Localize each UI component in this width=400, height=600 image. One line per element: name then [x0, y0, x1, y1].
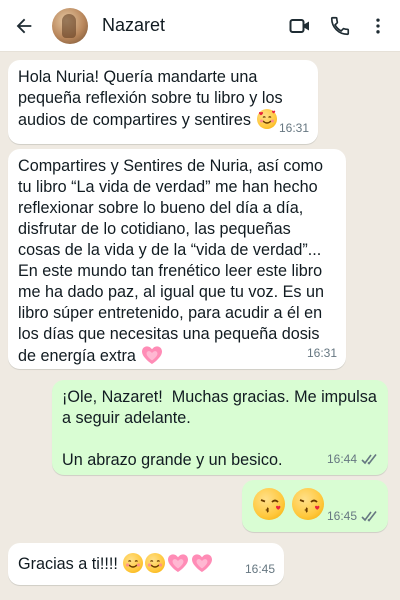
more-vert-icon — [376, 18, 380, 33]
double-check-icon — [361, 454, 377, 465]
arrow-left-icon — [16, 18, 32, 33]
message-bubble-outgoing[interactable]: ¡Ole, Nazaret! Muchas gracias. Me impuls… — [52, 380, 388, 475]
video-call-icon — [289, 18, 309, 33]
message-bubble-outgoing[interactable]: 16:45 — [242, 480, 388, 532]
voice-call-button[interactable] — [320, 0, 360, 52]
more-options-button[interactable] — [360, 0, 396, 52]
smiling-face-with-hearts-icon — [256, 109, 277, 129]
message-time: 16:45 — [244, 562, 275, 576]
message-bubble-incoming[interactable]: Compartires y Sentires de Nuria, así com… — [8, 149, 346, 369]
message-bubble-incoming[interactable]: Gracias a ti!!!! 16:45 — [8, 543, 284, 585]
growing-heart-icon — [142, 346, 163, 365]
video-call-button[interactable] — [280, 0, 320, 52]
growing-heart-icon — [192, 554, 213, 573]
message-text: Hola Nuria! Quería mandarte una pequeña … — [18, 68, 288, 129]
message-time: 16:31 — [278, 121, 309, 135]
smiling-face-icon — [145, 553, 166, 573]
kissing-face-heart-icon — [291, 488, 324, 520]
double-check-icon — [361, 511, 377, 522]
message-text: Compartires y Sentires de Nuria, así com… — [18, 157, 329, 365]
message-time: 16:44 — [327, 449, 379, 470]
avatar[interactable] — [52, 7, 88, 44]
phone-icon — [330, 16, 350, 35]
contact-name[interactable]: Nazaret — [102, 15, 280, 36]
message-time: 16:31 — [306, 346, 337, 360]
message-list[interactable]: Hola Nuria! Quería mandarte una pequeña … — [0, 52, 400, 600]
smiling-face-icon — [123, 553, 144, 573]
message-text: Gracias a ti!!!! — [18, 555, 118, 573]
message-time: 16:45 — [327, 506, 379, 527]
back-button[interactable] — [4, 0, 44, 52]
chat-header: Nazaret — [0, 0, 400, 52]
message-bubble-incoming[interactable]: Hola Nuria! Quería mandarte una pequeña … — [8, 60, 318, 144]
kissing-face-heart-icon — [253, 488, 285, 520]
growing-heart-icon — [168, 554, 189, 573]
